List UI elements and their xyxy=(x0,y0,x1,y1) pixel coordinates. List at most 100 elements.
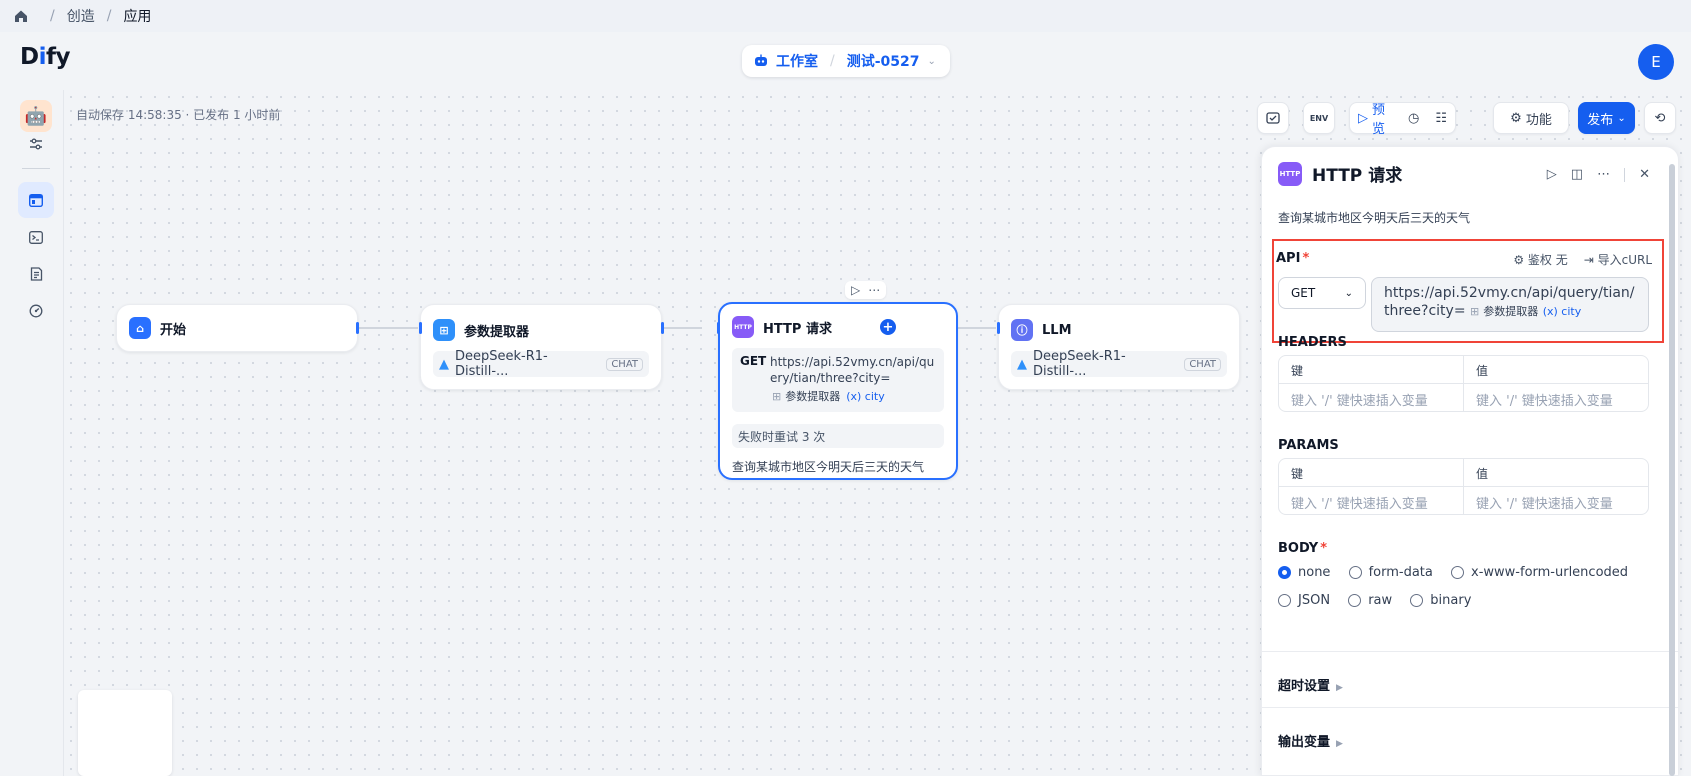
node-description[interactable]: 查询某城市地区今明天后三天的天气 xyxy=(1278,209,1470,226)
sidebar-item-api[interactable] xyxy=(18,219,54,255)
output-variables-toggle[interactable]: 输出变量 ▶ xyxy=(1278,731,1343,750)
breadcrumb-separator: / xyxy=(106,8,112,24)
preview-button[interactable]: ▷ 预览 xyxy=(1350,103,1400,137)
model-mode-badge: CHAT xyxy=(1184,357,1221,371)
param-extractor-icon: ⊞ xyxy=(433,319,455,341)
node-handle[interactable] xyxy=(356,322,359,334)
body-option-raw[interactable]: raw xyxy=(1348,593,1392,608)
import-curl-button[interactable]: ⇥ 导入cURL xyxy=(1584,251,1652,268)
more-icon[interactable]: ⋯ xyxy=(868,283,880,297)
autosave-status: 自动保存 14:58:35 · 已发布 1 小时前 xyxy=(76,108,281,122)
breadcrumb-item-app: 应用 xyxy=(123,9,152,25)
divider xyxy=(1624,167,1626,182)
sidebar-divider xyxy=(22,168,50,169)
llm-icon: ⓘ xyxy=(1011,319,1033,341)
caret-right-icon: ▶ xyxy=(1336,739,1343,749)
separator: / xyxy=(830,53,835,69)
checklist-icon[interactable]: ☷ xyxy=(1427,103,1455,133)
body-option-form-data[interactable]: form-data xyxy=(1348,565,1433,580)
header-key-input[interactable]: 键入 '/' 键快速插入变量 xyxy=(1279,384,1464,411)
body-option-binary[interactable]: binary xyxy=(1410,593,1471,608)
headers-label: HEADERS xyxy=(1278,335,1347,350)
settings-sliders-icon[interactable] xyxy=(18,130,54,158)
run-history-icon[interactable]: ◷ xyxy=(1400,103,1427,133)
api-label: API * xyxy=(1276,251,1310,266)
model-row: ▲ DeepSeek-R1-Distill-... CHAT xyxy=(433,349,649,379)
env-button[interactable]: ENV xyxy=(1303,102,1335,134)
node-handle[interactable] xyxy=(997,322,1000,334)
sidebar-item-monitoring[interactable] xyxy=(18,293,54,329)
avatar[interactable]: E xyxy=(1638,44,1674,80)
model-mode-badge: CHAT xyxy=(606,357,643,371)
body-option-json[interactable]: JSON xyxy=(1278,593,1330,608)
http-icon: HTTP xyxy=(732,316,754,338)
chevron-down-icon[interactable]: ⌄ xyxy=(928,56,936,67)
body-option-urlencoded[interactable]: x-www-form-urlencoded xyxy=(1451,565,1628,580)
timeout-settings-toggle[interactable]: 超时设置 ▶ xyxy=(1278,675,1343,694)
model-row: ▲ DeepSeek-R1-Distill-... CHAT xyxy=(1011,349,1227,379)
minimap[interactable] xyxy=(78,690,172,776)
param-value-input[interactable]: 键入 '/' 键快速插入变量 xyxy=(1464,487,1648,514)
http-method: GET xyxy=(740,354,767,368)
close-icon[interactable]: ✕ xyxy=(1639,167,1650,182)
http-icon: HTTP xyxy=(1278,161,1302,186)
features-button[interactable]: ⚙ 功能 xyxy=(1493,102,1569,134)
header-value-input[interactable]: 键入 '/' 键快速插入变量 xyxy=(1464,384,1648,411)
panel-header: HTTP HTTP 请求 xyxy=(1278,161,1402,186)
model-provider-icon: ▲ xyxy=(1017,356,1027,372)
app-switcher[interactable]: 工作室 / 测试-0527 ⌄ xyxy=(742,45,950,77)
history-icon: ⟲ xyxy=(1654,110,1666,126)
variable-reference: ⊞ 参数提取器 (x) city xyxy=(772,389,885,404)
app-name[interactable]: 测试-0527 xyxy=(847,51,920,71)
http-request-summary: GET https://api.52vmy.cn/api/query/tian/… xyxy=(732,348,944,412)
http-url: https://api.52vmy.cn/api/query/tian/thre… xyxy=(770,355,935,385)
terminal-icon xyxy=(29,230,43,244)
url-input[interactable]: https://api.52vmy.cn/api/query/tian/thre… xyxy=(1371,277,1649,332)
publish-button[interactable]: 发布 ⌄ xyxy=(1578,102,1635,134)
auth-button[interactable]: ⚙ 鉴权 无 xyxy=(1513,251,1567,268)
run-node-icon[interactable]: ▷ xyxy=(851,283,860,297)
node-handle[interactable] xyxy=(661,322,664,334)
params-table: 键值 键入 '/' 键快速插入变量 键入 '/' 键快速插入变量 xyxy=(1278,458,1649,515)
panel-scrollbar[interactable] xyxy=(1669,164,1675,776)
node-start[interactable]: ⌂ 开始 xyxy=(116,304,358,352)
node-title: 开始 xyxy=(160,322,187,338)
top-header: Dify 工作室 / 测试-0527 ⌄ E xyxy=(0,32,1691,90)
app-icon[interactable]: 🤖 xyxy=(20,100,52,132)
version-history-button[interactable]: ⟲ xyxy=(1644,102,1676,134)
home-icon[interactable] xyxy=(14,9,28,23)
book-icon[interactable]: ◫ xyxy=(1571,167,1583,182)
model-name: DeepSeek-R1-Distill-... xyxy=(455,349,548,379)
node-title: 参数提取器 xyxy=(464,324,530,340)
checklist-toggle-button[interactable] xyxy=(1257,102,1289,134)
node-param-extractor[interactable]: ⊞ 参数提取器 ▲ DeepSeek-R1-Distill-... CHAT xyxy=(420,304,662,390)
add-node-icon[interactable]: + xyxy=(880,319,896,335)
node-http-request[interactable]: HTTP HTTP 请求 GET https://api.52vmy.cn/ap… xyxy=(718,302,958,480)
features-icon: ⚙ xyxy=(1510,110,1522,126)
sidebar-item-orchestrate[interactable] xyxy=(18,182,54,218)
run-node-icon[interactable]: ▷ xyxy=(1547,167,1557,182)
home-icon: ⌂ xyxy=(129,317,151,339)
more-icon[interactable]: ⋯ xyxy=(1597,167,1610,182)
chevron-down-icon: ⌄ xyxy=(1617,112,1626,124)
layout-icon xyxy=(29,193,43,207)
body-option-none[interactable]: none xyxy=(1278,565,1330,580)
param-key-input[interactable]: 键入 '/' 键快速插入变量 xyxy=(1279,487,1464,514)
breadcrumb: / 创造 / 应用 xyxy=(0,0,1691,32)
preview-toolbar-group: ▷ 预览 ◷ ☷ xyxy=(1349,102,1456,137)
document-icon xyxy=(30,267,42,281)
http-method-select[interactable]: GET ⌄ xyxy=(1278,277,1366,309)
studio-label[interactable]: 工作室 xyxy=(776,51,818,71)
import-icon: ⇥ xyxy=(1583,253,1598,267)
variable-name: (x) city xyxy=(1542,305,1582,318)
retry-setting: 失败时重试 3 次 xyxy=(732,424,944,448)
node-handle[interactable] xyxy=(419,322,422,334)
node-llm[interactable]: ⓘ LLM ▲ DeepSeek-R1-Distill-... CHAT xyxy=(998,304,1240,390)
sidebar-item-logs[interactable] xyxy=(18,256,54,292)
node-handle[interactable] xyxy=(717,322,720,334)
breadcrumb-item-create[interactable]: 创造 xyxy=(67,6,95,26)
dify-logo[interactable]: Dify xyxy=(20,44,70,70)
panel-title[interactable]: HTTP 请求 xyxy=(1312,161,1402,186)
variable-name: (x) city xyxy=(846,389,885,403)
divider xyxy=(1262,707,1678,708)
